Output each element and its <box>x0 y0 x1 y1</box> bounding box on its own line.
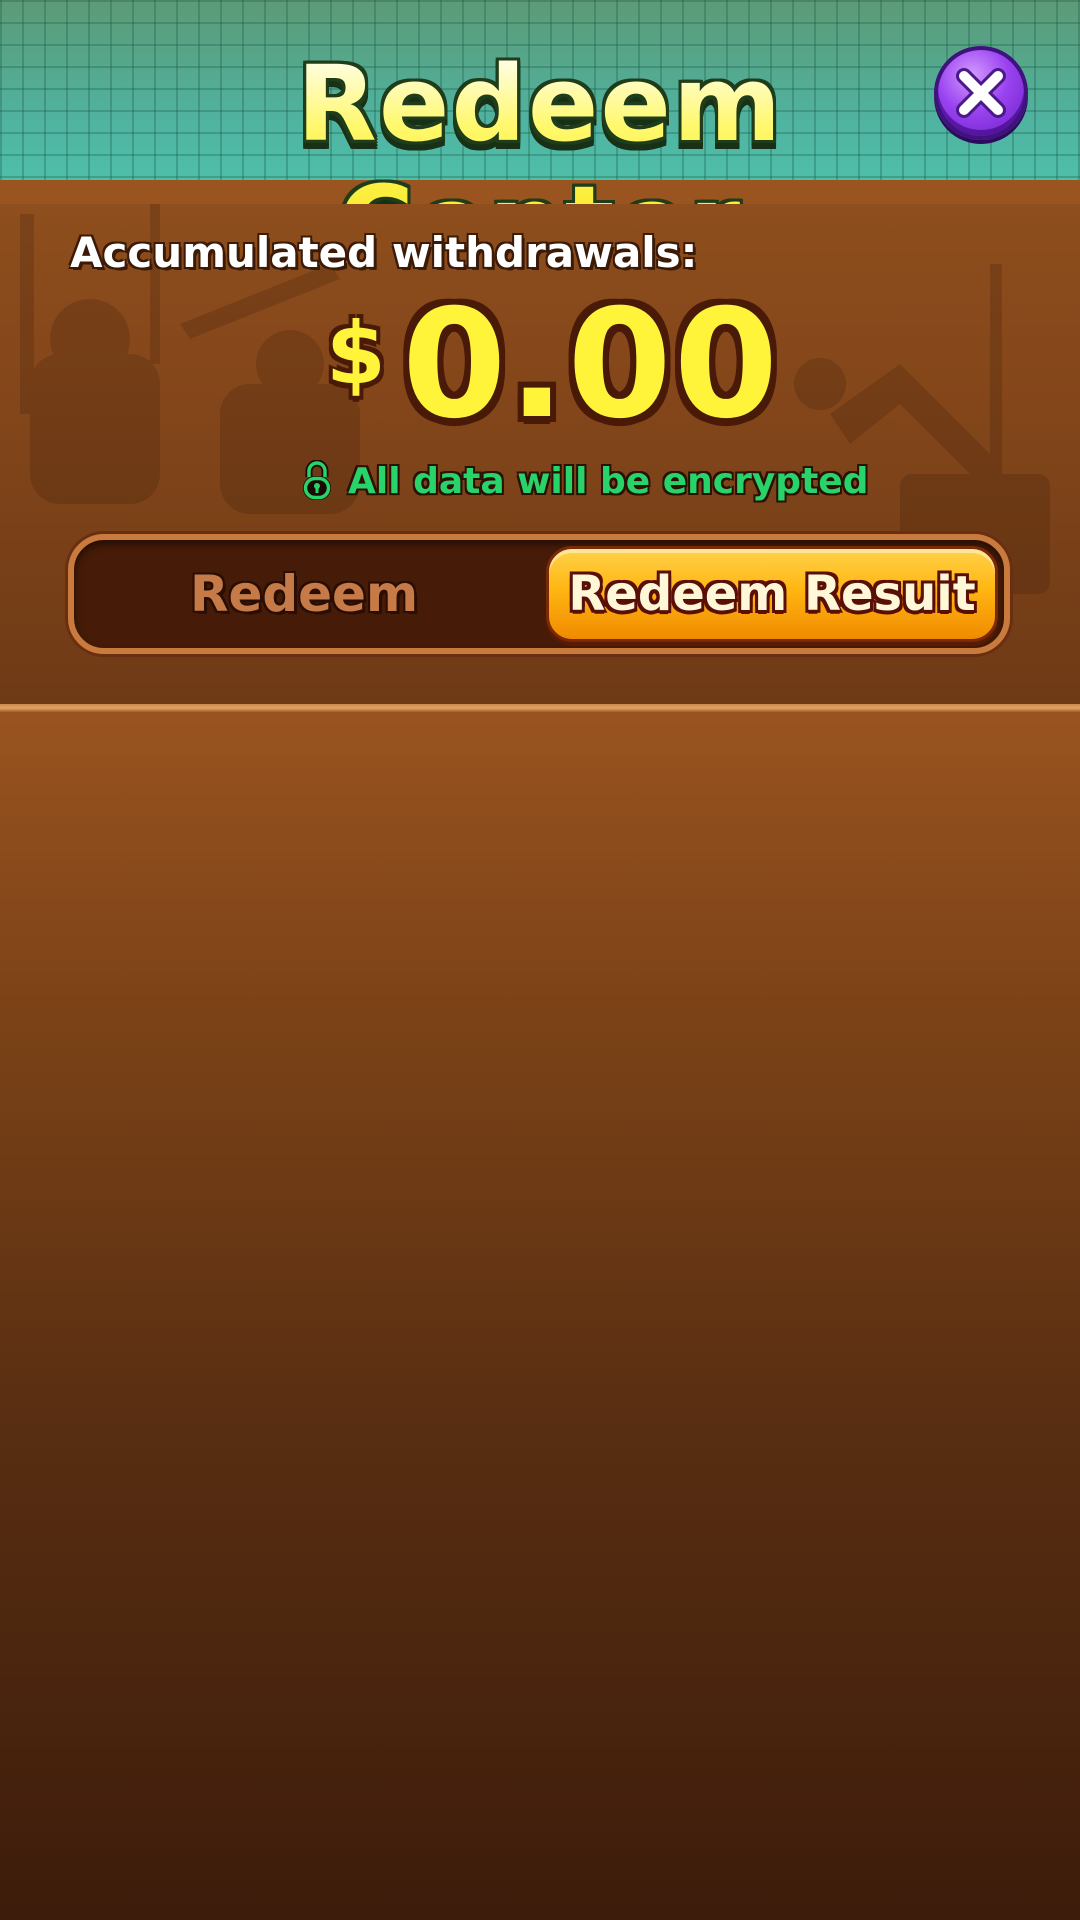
redeem-result-list <box>0 712 1080 1920</box>
tab-redeem-result[interactable]: Redeem Resuit <box>546 546 998 642</box>
tab-bar: Redeem Redeem Resuit <box>68 534 1010 654</box>
close-icon <box>956 68 1006 118</box>
amount-value: 0.00 <box>402 278 781 452</box>
lock-icon <box>303 460 331 500</box>
accumulated-withdrawals-label: Accumulated withdrawals: <box>70 228 698 277</box>
panel-divider <box>0 704 1080 712</box>
tab-redeem[interactable]: Redeem <box>80 546 528 642</box>
encryption-notice-text: All data will be encrypted <box>348 460 869 502</box>
encryption-notice: All data will be encrypted <box>300 456 868 506</box>
close-button[interactable] <box>934 46 1028 140</box>
withdrawal-amount: $ 0.00 <box>0 290 1080 450</box>
currency-symbol: $ <box>326 304 386 404</box>
